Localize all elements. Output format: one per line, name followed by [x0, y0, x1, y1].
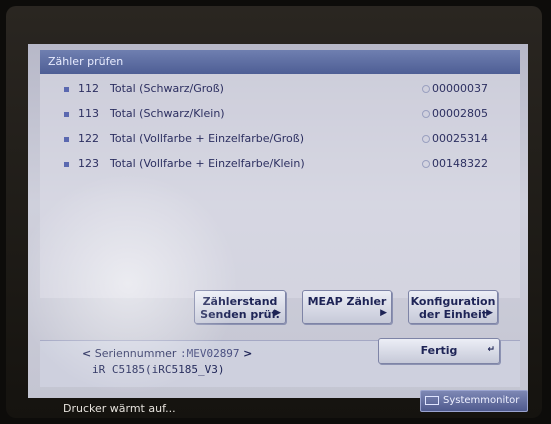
- counter-value: 00000037: [432, 82, 488, 95]
- monitor-icon: [425, 396, 439, 405]
- counter-row-113[interactable]: 113 Total (Schwarz/Klein) 00002805: [40, 103, 520, 125]
- chevron-right-icon[interactable]: >: [243, 347, 252, 360]
- counter-label: Total (Vollfarbe + Einzelfarbe/Klein): [110, 157, 305, 170]
- value-marker-icon: [422, 160, 430, 168]
- counter-value: 00002805: [432, 107, 488, 120]
- serial-label: Seriennummer: [94, 347, 177, 360]
- value-marker-icon: [422, 135, 430, 143]
- status-message: Drucker wärmt auf...: [63, 402, 176, 415]
- counter-label: Total (Schwarz/Klein): [110, 107, 225, 120]
- chevron-left-icon[interactable]: <: [82, 347, 91, 360]
- enter-icon: ↵: [487, 345, 495, 355]
- meap-counter-button[interactable]: MEAP Zähler ▶: [302, 290, 392, 324]
- done-button[interactable]: Fertig ↵: [378, 338, 500, 364]
- counter-value: 00148322: [432, 157, 488, 170]
- touch-screen: Zähler prüfen 112 Total (Schwarz/Groß) 0…: [28, 44, 528, 398]
- serial-value: :MEV02897: [179, 347, 240, 360]
- counter-value: 00025314: [432, 132, 488, 145]
- button-line-2: der Einheit: [418, 308, 488, 321]
- bullet-icon: [64, 87, 69, 92]
- button-line-1: Zählerstand: [202, 295, 278, 308]
- counter-number: 123: [78, 157, 99, 170]
- counter-row-123[interactable]: 123 Total (Vollfarbe + Einzelfarbe/Klein…: [40, 153, 520, 175]
- counter-label: Total (Vollfarbe + Einzelfarbe/Groß): [110, 132, 305, 145]
- button-line-1: MEAP Zähler: [307, 295, 387, 308]
- bullet-icon: [64, 162, 69, 167]
- serial-number: < Seriennummer :MEV02897 >: [82, 347, 252, 360]
- window-title: Zähler prüfen: [40, 50, 520, 74]
- counter-label: Total (Schwarz/Groß): [110, 82, 224, 95]
- arrow-right-icon: ▶: [274, 308, 281, 318]
- done-label: Fertig: [420, 344, 458, 357]
- value-marker-icon: [422, 110, 430, 118]
- bullet-icon: [64, 137, 69, 142]
- bullet-icon: [64, 112, 69, 117]
- arrow-right-icon: ▶: [380, 308, 387, 318]
- button-line-1: Konfiguration: [410, 295, 496, 308]
- counter-number: 113: [78, 107, 99, 120]
- system-monitor-button[interactable]: Systemmonitor: [420, 390, 528, 412]
- model-name: iR C5185(iRC5185_V3): [92, 363, 225, 376]
- value-marker-icon: [422, 85, 430, 93]
- system-monitor-label: Systemmonitor: [443, 395, 520, 406]
- button-line-2: Senden prüf.: [200, 308, 280, 321]
- arrow-right-icon: ▶: [486, 308, 493, 318]
- counter-row-112[interactable]: 112 Total (Schwarz/Groß) 00000037: [40, 78, 520, 100]
- send-counter-check-button[interactable]: Zählerstand Senden prüf. ▶: [194, 290, 286, 324]
- counter-number: 112: [78, 82, 99, 95]
- counter-number: 122: [78, 132, 99, 145]
- counter-list: 112 Total (Schwarz/Groß) 00000037 113 To…: [40, 74, 520, 298]
- counter-row-122[interactable]: 122 Total (Vollfarbe + Einzelfarbe/Groß)…: [40, 128, 520, 150]
- unit-configuration-button[interactable]: Konfiguration der Einheit ▶: [408, 290, 498, 324]
